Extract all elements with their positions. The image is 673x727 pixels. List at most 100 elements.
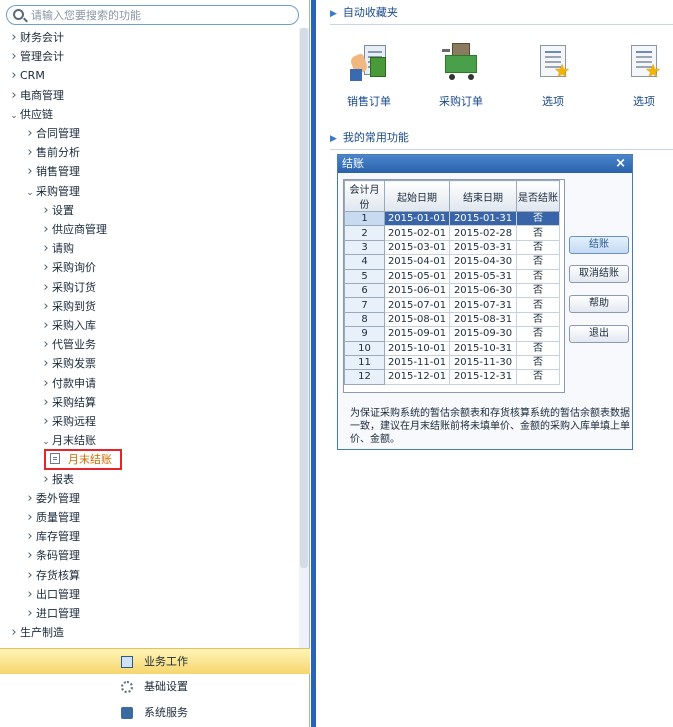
chevron-right-icon[interactable]: ›	[40, 335, 52, 354]
exit-button[interactable]: 退出	[569, 325, 629, 343]
app-purchase-order[interactable]: 采购订单	[426, 43, 496, 111]
chevron-right-icon[interactable]: ›	[40, 220, 52, 239]
table-row[interactable]: 7 2015-07-01 2015-07-31 否	[344, 297, 560, 313]
chevron-right-icon[interactable]: ›	[24, 162, 36, 181]
nav-basic-settings[interactable]: 基础设置	[0, 674, 310, 700]
tree-item[interactable]: › 售前分析	[24, 143, 80, 162]
nav-business-work[interactable]: 业务工作	[0, 648, 310, 674]
tree-item[interactable]: › 生产制造	[8, 623, 64, 642]
tree-item[interactable]: › 付款申请	[40, 374, 96, 393]
table-row[interactable]: 8 2015-08-01 2015-08-31 否	[344, 311, 560, 328]
table-row[interactable]: 5 2015-05-01 2015-05-31 否	[344, 268, 560, 284]
tree-scrollbar[interactable]	[299, 28, 309, 648]
function-tree: › 财务会计 › 管理会计 › CRM › 电商管理 ⌄ 供应链 › 合同管理 › 售前分析 › 销售管理 ⌄ 采…	[0, 28, 298, 645]
cancel-closing-button[interactable]: 取消结账	[569, 265, 629, 283]
tree-item[interactable]: › 条码管理	[24, 546, 80, 565]
tree-item[interactable]: › 管理会计	[8, 47, 64, 66]
search-input[interactable]	[31, 8, 291, 22]
chevron-right-icon[interactable]: ›	[24, 566, 36, 585]
chevron-right-icon[interactable]: ›	[40, 412, 52, 431]
app-options-2[interactable]: ★ 选项	[609, 43, 673, 111]
column-header[interactable]: 起始日期	[384, 180, 450, 212]
close-icon[interactable]: ×	[615, 155, 626, 173]
tree-item[interactable]: › 进口管理	[24, 604, 80, 623]
tree-item[interactable]: › 采购发票	[40, 354, 96, 373]
tree-item[interactable]: › 供应商管理	[40, 220, 107, 239]
column-header[interactable]: 是否结账	[516, 180, 560, 212]
table-row[interactable]: 6 2015-06-01 2015-06-30 否	[344, 282, 560, 299]
tree-item[interactable]: › 请购	[40, 239, 74, 258]
tree-item[interactable]: › 采购入库	[40, 316, 96, 335]
chevron-right-icon[interactable]: ›	[40, 239, 52, 258]
tree-item[interactable]: › 电商管理	[8, 86, 64, 105]
tree-item[interactable]: › 采购结算	[40, 393, 96, 412]
chevron-right-icon[interactable]: ›	[40, 201, 52, 220]
chevron-right-icon[interactable]: ›	[40, 316, 52, 335]
chevron-right-icon[interactable]: ›	[24, 527, 36, 546]
tree-item[interactable]: ⌄ 采购管理	[24, 182, 80, 201]
tree-item[interactable]: › 采购订货	[40, 278, 96, 297]
table-cell: 否	[516, 311, 560, 328]
table-row[interactable]: 11 2015-11-01 2015-11-30 否	[344, 354, 560, 371]
tree-item[interactable]: › 销售管理	[24, 162, 80, 181]
table-row[interactable]: 3 2015-03-01 2015-03-31 否	[344, 239, 560, 256]
tree-item[interactable]: › 库存管理	[24, 527, 80, 546]
chevron-right-icon[interactable]: ›	[8, 623, 20, 642]
chevron-right-icon[interactable]: ›	[8, 28, 20, 47]
chevron-right-icon[interactable]: ›	[24, 546, 36, 565]
chevron-right-icon[interactable]: ›	[40, 258, 52, 277]
chevron-right-icon[interactable]: ›	[40, 297, 52, 316]
table-row[interactable]: 12 2015-12-01 2015-12-31 否	[344, 369, 560, 385]
chevron-right-icon[interactable]: ›	[24, 124, 36, 143]
search-box[interactable]	[6, 5, 299, 25]
chevron-right-icon[interactable]: ›	[24, 585, 36, 604]
table-cell: 4	[344, 254, 385, 270]
chevron-down-icon[interactable]: ⌄	[24, 184, 36, 203]
dialog-titlebar[interactable]: 结账 ×	[338, 155, 632, 173]
chevron-right-icon[interactable]: ›	[40, 470, 52, 489]
chevron-right-icon[interactable]: ›	[40, 354, 52, 373]
table-cell: 否	[516, 326, 560, 342]
table-row[interactable]: 2 2015-02-01 2015-02-28 否	[344, 225, 560, 241]
column-header[interactable]: 会计月份	[344, 180, 385, 212]
table-row[interactable]: 1 2015-01-01 2015-01-31 否	[344, 210, 560, 227]
tree-item[interactable]: › 合同管理	[24, 124, 80, 143]
tree-item[interactable]: › CRM	[8, 66, 44, 85]
app-options-1[interactable]: ★ 选项	[518, 43, 588, 111]
chevron-right-icon[interactable]: ›	[40, 278, 52, 297]
table-row[interactable]: 4 2015-04-01 2015-04-30 否	[344, 254, 560, 270]
tree-item[interactable]: › 采购远程	[40, 412, 96, 431]
chevron-right-icon[interactable]: ›	[24, 143, 36, 162]
chevron-right-icon[interactable]: ›	[8, 86, 20, 105]
tree-item[interactable]: › 设置	[40, 201, 74, 220]
close-period-button[interactable]: 结账	[569, 236, 629, 254]
chevron-right-icon[interactable]: ›	[24, 508, 36, 527]
tree-item[interactable]: › 存货核算	[24, 566, 80, 585]
chevron-right-icon[interactable]: ›	[40, 374, 52, 393]
tree-item[interactable]: › 代管业务	[40, 335, 96, 354]
chevron-right-icon[interactable]: ›	[24, 489, 36, 508]
tree-item[interactable]: › 采购询价	[40, 258, 96, 277]
tree-item[interactable]: › 财务会计	[8, 28, 64, 47]
app-sales-order[interactable]: 销售订单	[334, 43, 404, 111]
tree-item[interactable]: ⌄ 供应链	[8, 105, 53, 124]
tree-item[interactable]: ⌄ 月末结账	[40, 431, 96, 450]
divider-line	[330, 149, 673, 150]
tree-item[interactable]: › 报表	[40, 470, 74, 489]
chevron-right-icon[interactable]: ›	[40, 393, 52, 412]
chevron-right-icon[interactable]: ›	[8, 47, 20, 66]
help-button[interactable]: 帮助	[569, 295, 629, 313]
scrollbar-thumb[interactable]	[300, 28, 308, 568]
table-row[interactable]: 10 2015-10-01 2015-10-31 否	[344, 340, 560, 356]
tree-item-selected[interactable]: 月末结账	[44, 449, 122, 471]
tree-item[interactable]: › 质量管理	[24, 508, 80, 527]
chevron-right-icon[interactable]: ›	[24, 604, 36, 623]
column-header[interactable]: 结束日期	[449, 180, 517, 212]
table-row[interactable]: 9 2015-09-01 2015-09-30 否	[344, 326, 560, 342]
nav-system-service[interactable]: 系统服务	[0, 700, 310, 726]
tree-item[interactable]: › 委外管理	[24, 489, 80, 508]
chevron-down-icon[interactable]: ⌄	[8, 107, 20, 126]
tree-item[interactable]: › 采购到货	[40, 297, 96, 316]
tree-item[interactable]: › 出口管理	[24, 585, 80, 604]
chevron-right-icon[interactable]: ›	[8, 66, 20, 85]
